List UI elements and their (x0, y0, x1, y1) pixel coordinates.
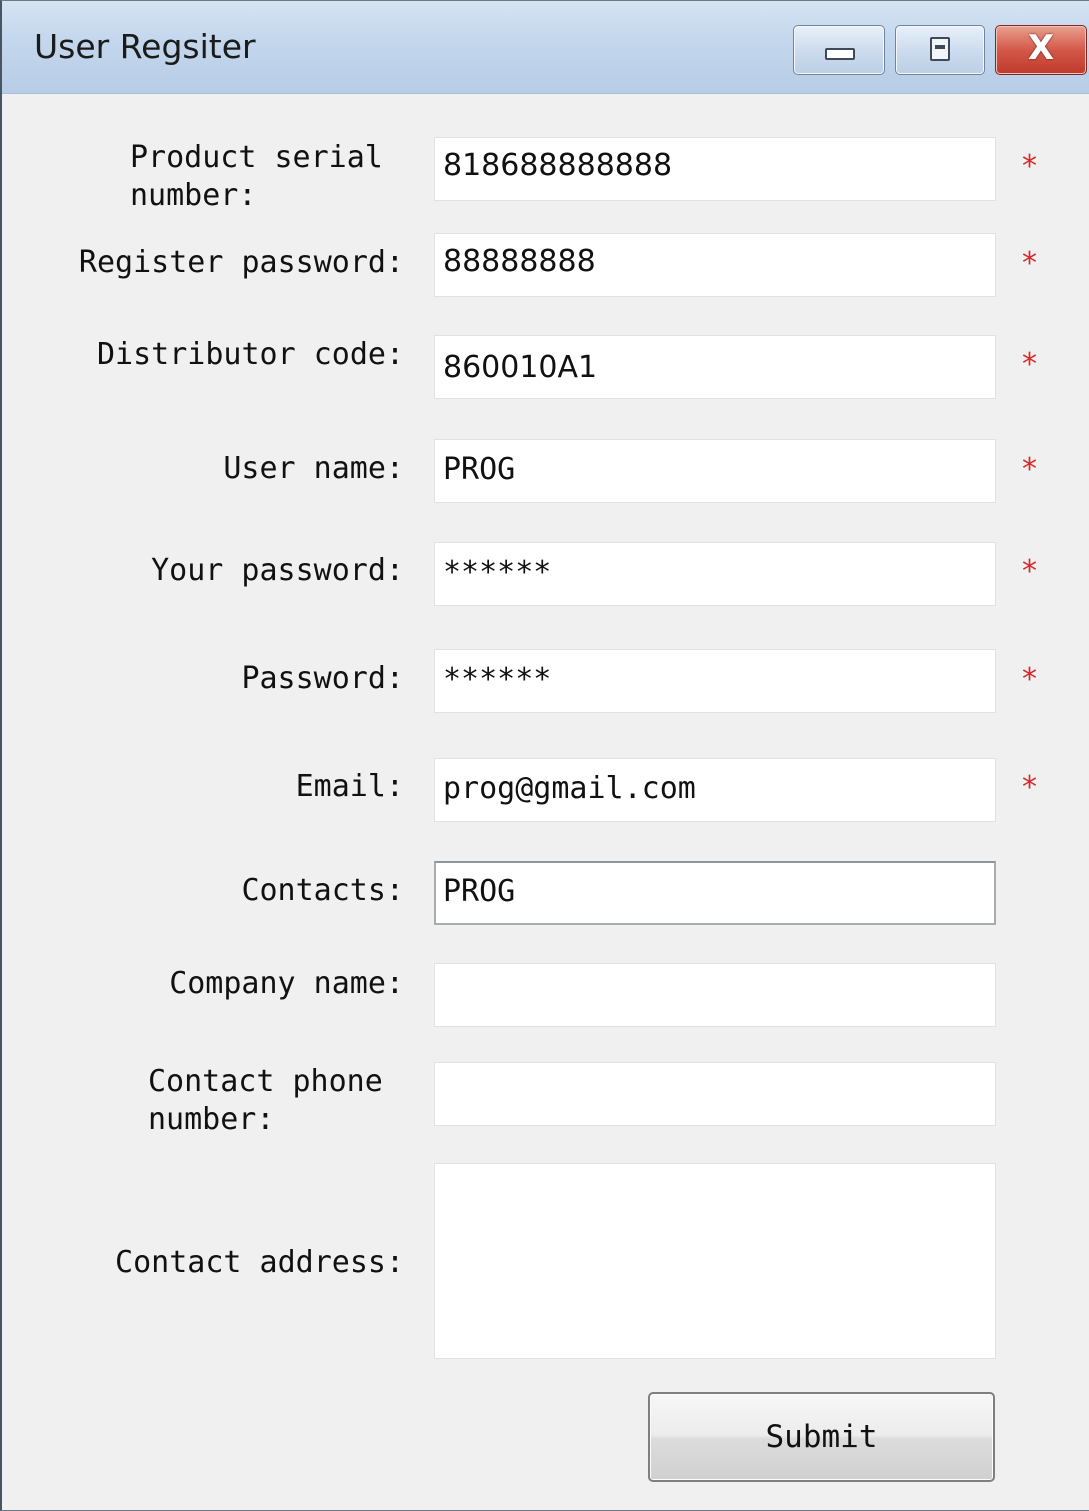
contact-phone-label: Contact phone number: (148, 1064, 383, 1137)
your-password-required: * (1022, 554, 1037, 589)
minimize-button[interactable] (793, 25, 885, 75)
contacts-input[interactable]: PROG (434, 861, 996, 925)
distributor-code-value: 860010A1 (443, 350, 598, 385)
contacts-value: PROG (443, 874, 516, 909)
your-password-input[interactable]: ****** (434, 542, 996, 606)
close-icon: X (1027, 28, 1055, 68)
distributor-code-label: Distributor code: (96, 337, 404, 372)
email-input[interactable]: prog@gmail.com (434, 758, 996, 822)
contact-phone-input[interactable] (434, 1062, 996, 1126)
password-required: * (1022, 662, 1037, 697)
email-required: * (1022, 770, 1037, 805)
product-serial-label: Product serial number: (130, 140, 383, 213)
minimize-icon (825, 48, 855, 60)
contacts-label: Contacts: (241, 873, 404, 908)
password-input[interactable]: ****** (434, 649, 996, 713)
title-bar[interactable]: User Regsiter X (2, 1, 1089, 94)
password-label: Password: (241, 661, 404, 696)
email-label: Email: (295, 769, 404, 804)
distributor-code-input[interactable]: 860010A1 (434, 335, 996, 399)
password-value: ****** (443, 662, 552, 697)
maximize-button[interactable] (895, 25, 985, 75)
submit-button[interactable]: Submit (648, 1392, 995, 1482)
user-name-required: * (1022, 452, 1037, 487)
register-password-input[interactable]: 88888888 (434, 233, 996, 297)
register-password-value: 88888888 (443, 244, 596, 279)
product-serial-required: * (1022, 149, 1037, 184)
product-serial-input[interactable]: 818688888888 (434, 137, 996, 201)
register-password-label: Register password: (78, 245, 404, 280)
product-serial-value: 818688888888 (443, 148, 673, 183)
distributor-code-required: * (1022, 347, 1037, 382)
register-password-required: * (1022, 246, 1037, 281)
your-password-value: ****** (443, 555, 552, 590)
contact-address-label: Contact address: (115, 1245, 404, 1280)
contact-address-textarea[interactable] (434, 1163, 996, 1359)
company-name-input[interactable] (434, 963, 996, 1027)
register-window: User Regsiter X Product serial number: 8… (0, 0, 1089, 1511)
window-title: User Regsiter (34, 27, 256, 66)
user-name-value: PROG (443, 452, 516, 487)
user-name-label: User name: (223, 451, 404, 486)
your-password-label: Your password: (151, 553, 404, 588)
company-name-label: Company name: (169, 966, 404, 1001)
user-name-input[interactable]: PROG (434, 439, 996, 503)
submit-label: Submit (765, 1419, 878, 1455)
close-button[interactable]: X (995, 25, 1087, 75)
maximize-icon (930, 37, 950, 61)
email-value: prog@gmail.com (443, 771, 696, 806)
